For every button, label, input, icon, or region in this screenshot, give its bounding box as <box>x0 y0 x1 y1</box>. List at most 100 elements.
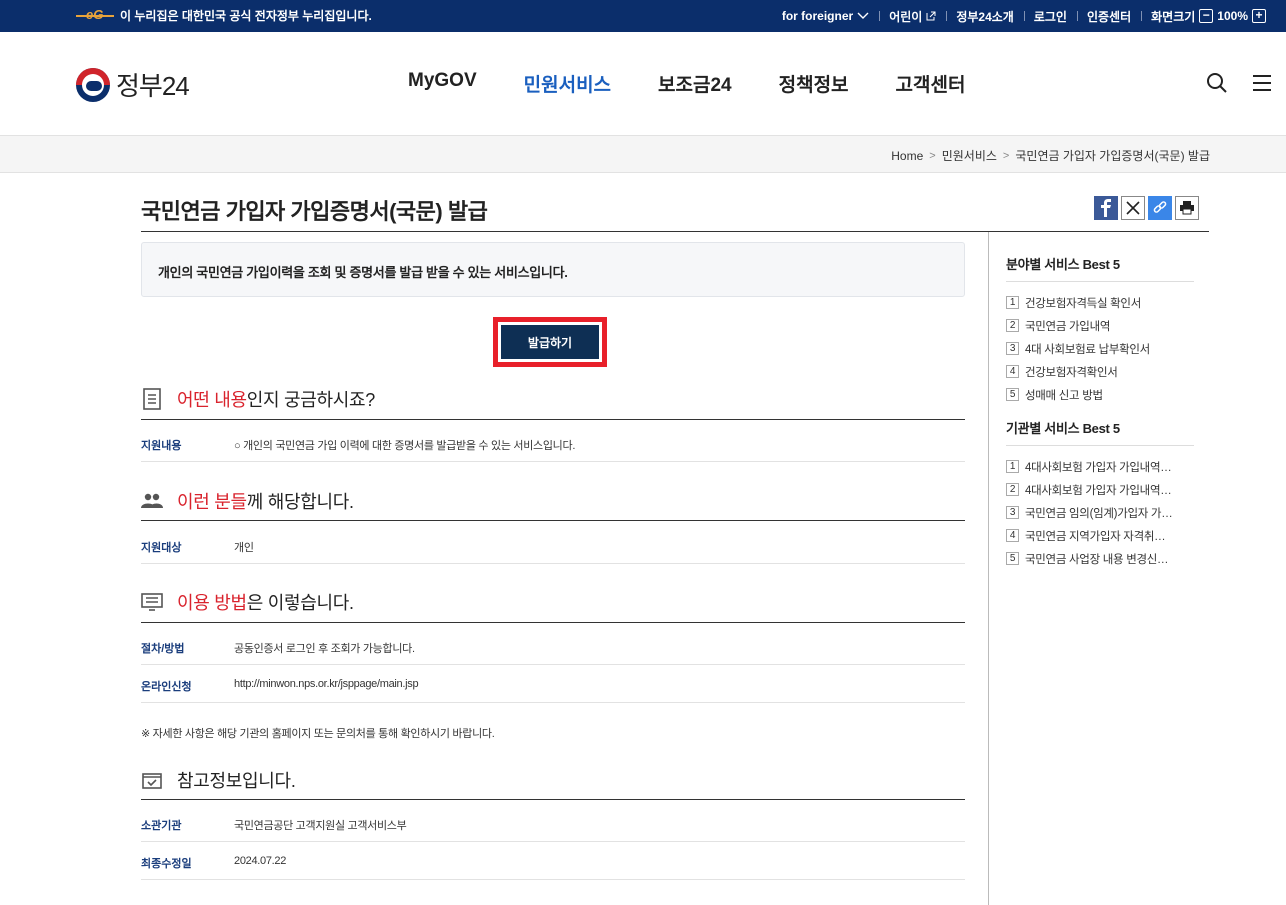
zoom-out-button[interactable]: − <box>1199 9 1214 23</box>
info-note: ※ 자세한 사항은 해당 기관의 홈페이지 또는 문의처를 통해 확인하시기 바… <box>141 728 495 740</box>
row-value: 개인 <box>234 542 254 554</box>
people-icon <box>141 490 163 512</box>
online-apply-link[interactable]: http://minwon.nps.or.kr/jsppage/main.jsp <box>234 678 419 690</box>
chevron-right-icon: > <box>1002 149 1010 162</box>
facebook-share-button[interactable] <box>1094 196 1118 220</box>
table-row: 지원대상 개인 <box>141 526 965 564</box>
breadcrumb-home[interactable]: Home <box>891 149 923 163</box>
logo-text: 정부24 <box>116 71 190 101</box>
cert-center-link[interactable]: 인증센터 <box>1076 8 1141 25</box>
login-link[interactable]: 로그인 <box>1023 8 1077 25</box>
copy-link-button[interactable] <box>1148 196 1172 220</box>
nav-mygov[interactable]: MyGOV <box>408 70 477 97</box>
list-item[interactable]: 1 4대사회보험 가입자 가입내역 … <box>1006 455 1194 478</box>
list-item[interactable]: 2 4대사회보험 가입자 가입내역 … <box>1006 478 1194 501</box>
utility-menu: for foreigner 어린이 정부24소개 로그인 인증센터 화면크기 −… <box>772 0 1276 32</box>
rank-badge: 1 <box>1006 296 1019 309</box>
list-item[interactable]: 2 국민연금 가입내역 <box>1006 314 1194 337</box>
nav-subsidy24[interactable]: 보조금24 <box>658 70 732 97</box>
section-how-heading: 이용 방법은 이렇습니다. <box>141 589 354 615</box>
main-nav: MyGOV 민원서비스 보조금24 정책정보 고객센터 <box>408 70 965 97</box>
monitor-list-icon <box>141 591 163 613</box>
section-ref-rule <box>141 799 965 800</box>
rank-badge: 5 <box>1006 552 1019 565</box>
section-ref-heading: 참고정보입니다. <box>141 767 296 793</box>
list-item-label: 4대사회보험 가입자 가입내역 … <box>1025 484 1173 497</box>
list-item[interactable]: 5 국민연금 사업장 내용 변경신… <box>1006 547 1194 570</box>
nav-policy-info[interactable]: 정책정보 <box>779 70 849 97</box>
table-row: 소관기관 국민연금공단 고객지원실 고객서비스부 <box>141 804 965 842</box>
login-label: 로그인 <box>1033 9 1067 24</box>
issue-button-highlight: 발급하기 <box>493 317 607 367</box>
list-item[interactable]: 3 4대 사회보험료 납부확인서 <box>1006 337 1194 360</box>
gov-notice: 이 누리집은 대한민국 공식 전자정부 누리집입니다. <box>76 7 372 24</box>
kids-label: 어린이 <box>889 9 923 24</box>
list-item-label: 국민연금 임의(임계)가입자 가… <box>1025 507 1173 520</box>
section-what-heading: 어떤 내용인지 궁금하시죠? <box>141 386 375 412</box>
rank-badge: 3 <box>1006 506 1019 519</box>
zoom-control: 화면크기 − 100% + <box>1141 8 1276 25</box>
gov24-logo[interactable]: 정부24 <box>76 66 190 103</box>
section-who-rest: 께 해당합니다. <box>246 492 354 512</box>
section-who-heading: 이런 분들께 해당합니다. <box>141 488 354 514</box>
row-value: ○ 개인의 국민연금 가입 이력에 대한 증명서를 발급받을 수 있는 서비스입… <box>234 440 576 452</box>
section-how-rule <box>141 622 965 623</box>
search-icon[interactable] <box>1206 72 1228 94</box>
list-item-label: 국민연금 가입내역 <box>1025 320 1111 333</box>
for-foreigner-label: for foreigner <box>781 9 854 23</box>
zoom-value: 100% <box>1217 9 1248 23</box>
list-item[interactable]: 4 건강보험자격확인서 <box>1006 360 1194 383</box>
section-how-rest: 은 이렇습니다. <box>246 593 354 613</box>
row-value: 2024.07.22 <box>234 855 287 867</box>
row-key: 최종수정일 <box>141 858 192 870</box>
document-icon <box>141 388 163 410</box>
gov24-intro-link[interactable]: 정부24소개 <box>946 8 1024 25</box>
external-link-icon <box>926 11 936 21</box>
breadcrumb-civil-service[interactable]: 민원서비스 <box>942 147 997 164</box>
issue-button[interactable]: 발급하기 <box>501 325 599 359</box>
print-button[interactable] <box>1175 196 1199 220</box>
service-intro-text: 개인의 국민연금 가입이력을 조회 및 증명서를 발급 받을 수 있는 서비스입… <box>158 265 568 280</box>
row-key: 온라인신청 <box>141 681 192 693</box>
site-header: 정부24 MyGOV 민원서비스 보조금24 정책정보 고객센터 <box>0 32 1286 136</box>
chevron-right-icon: > <box>929 149 936 162</box>
zoom-label: 화면크기 <box>1151 9 1196 24</box>
rank-badge: 4 <box>1006 365 1019 378</box>
checklist-icon <box>141 769 163 791</box>
list-item[interactable]: 5 성매매 신고 방법 <box>1006 383 1194 406</box>
x-share-button[interactable] <box>1121 196 1145 220</box>
kids-link[interactable]: 어린이 <box>879 8 946 25</box>
best-field-panel: 분야별 서비스 Best 5 1 건강보험자격득실 확인서 2 국민연금 가입내역 … <box>1006 254 1194 406</box>
row-key: 절차/방법 <box>141 643 185 655</box>
hamburger-menu-icon[interactable] <box>1252 74 1272 92</box>
for-foreigner-dropdown[interactable]: for foreigner <box>772 9 879 23</box>
gov-notice-bar: 이 누리집은 대한민국 공식 전자정부 누리집입니다. for foreigne… <box>0 0 1286 32</box>
rank-badge: 3 <box>1006 342 1019 355</box>
gov24-intro-label: 정부24소개 <box>956 9 1014 24</box>
row-key: 소관기관 <box>141 820 182 832</box>
rank-badge: 5 <box>1006 388 1019 401</box>
rank-badge: 4 <box>1006 529 1019 542</box>
list-item-label: 건강보험자격득실 확인서 <box>1025 297 1141 310</box>
list-item-label: 건강보험자격확인서 <box>1025 366 1118 379</box>
breadcrumb: Home > 민원서비스 > 국민연금 가입자 가입증명서(국문) 발급 <box>891 147 1210 164</box>
cert-center-label: 인증센터 <box>1086 9 1132 24</box>
nav-customer-center[interactable]: 고객센터 <box>896 70 966 97</box>
list-item-label: 국민연금 사업장 내용 변경신… <box>1025 553 1169 566</box>
list-item-label: 4대사회보험 가입자 가입내역 … <box>1025 461 1173 474</box>
print-icon <box>1180 201 1194 215</box>
zoom-in-button[interactable]: + <box>1252 9 1266 23</box>
section-who-highlight: 이런 분들 <box>177 492 247 512</box>
best-org-title: 기관별 서비스 Best 5 <box>1006 418 1194 446</box>
list-item[interactable]: 4 국민연금 지역가입자 자격취득… <box>1006 524 1194 547</box>
title-divider <box>141 231 1209 232</box>
section-what-highlight: 어떤 내용 <box>177 390 247 410</box>
share-tools <box>1094 196 1199 220</box>
breadcrumb-bar: Home > 민원서비스 > 국민연금 가입자 가입증명서(국문) 발급 <box>0 136 1286 173</box>
table-row: 절차/방법 공동인증서 로그인 후 조회가 가능합니다. <box>141 627 965 665</box>
nav-civil-service[interactable]: 민원서비스 <box>524 70 611 97</box>
list-item[interactable]: 1 건강보험자격득실 확인서 <box>1006 291 1194 314</box>
link-icon <box>1153 201 1167 213</box>
list-item[interactable]: 3 국민연금 임의(임계)가입자 가… <box>1006 501 1194 524</box>
best-org-panel: 기관별 서비스 Best 5 1 4대사회보험 가입자 가입내역 … 2 4대사회보… <box>1006 418 1194 570</box>
